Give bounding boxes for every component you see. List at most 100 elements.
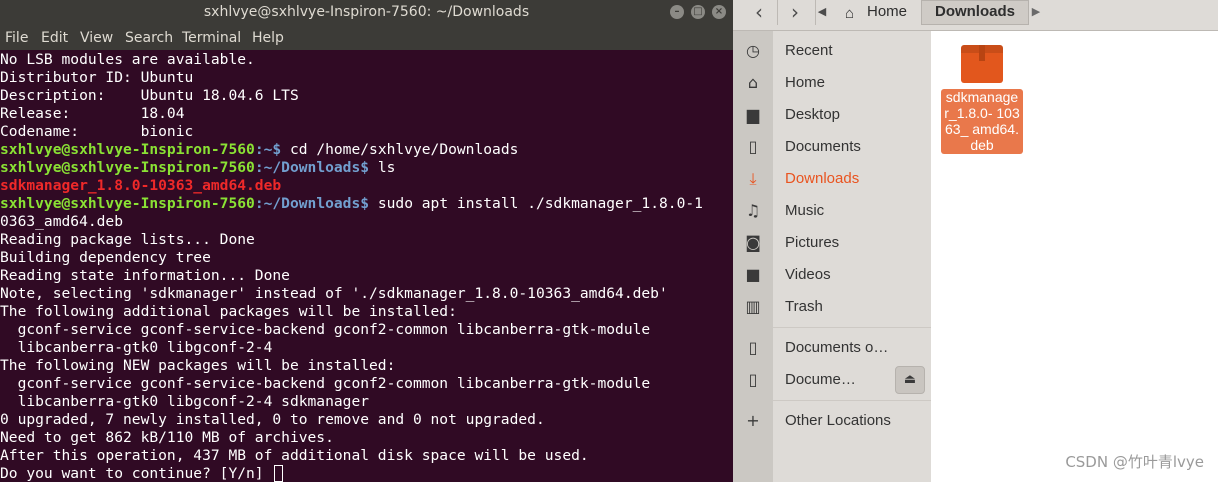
maximize-icon[interactable]: □ (691, 5, 705, 19)
sidebar-item-videos[interactable]: ■ Videos (733, 259, 931, 291)
terminal-output[interactable]: No LSB modules are available. Distributo… (0, 51, 733, 482)
sidebar-item-label: Pictures (785, 234, 840, 251)
file-name-label: sdkmanage r_1.8.0- 10363_ amd64.deb (941, 89, 1023, 154)
sidebar-item-label: Home (785, 74, 826, 91)
breadcrumb-home-label: Home (867, 3, 908, 20)
prompt-user: sxhlvye@sxhlvye-Inspiron-7560 (0, 195, 255, 212)
prompt-path: :~/Downloads$ (254, 159, 370, 176)
terminal-titlebar[interactable]: sxhlvye@sxhlvye-Inspiron-7560: ~/Downloa… (0, 0, 733, 26)
sidebar-item-label: Documents o… (785, 339, 889, 356)
terminal-command-line: sxhlvye@sxhlvye-Inspiron-7560:~/Download… (0, 159, 395, 177)
sidebar-item-desktop[interactable]: ▆ Desktop (733, 99, 931, 131)
trash-icon: ▥ (745, 297, 761, 316)
sidebar-item-label: Videos (785, 266, 831, 283)
home-icon: ⌂ (845, 5, 855, 22)
music-icon: ♫ (745, 201, 761, 220)
terminal-cursor[interactable] (274, 465, 284, 482)
sidebar-item-label: Music (785, 202, 825, 219)
package-icon (961, 45, 1003, 83)
sidebar-item-label: Downloads (785, 170, 860, 187)
terminal-line: Distributor ID: Ubuntu (0, 69, 194, 86)
sidebar-item-device-documents[interactable]: ▯ Documents o… (733, 332, 931, 364)
prompt-path: :~/Downloads$ (254, 195, 370, 212)
drive-icon: ▯ (748, 370, 758, 389)
terminal-line: Building dependency tree (0, 249, 211, 266)
sidebar-item-label: Docume… (785, 371, 856, 388)
file-manager-header: ‹ › ◀ ⌂ Home Downloads ▶ (733, 0, 1218, 31)
terminal-command-line: sxhlvye@sxhlvye-Inspiron-7560:~$ cd /hom… (0, 141, 518, 159)
forward-button[interactable]: › (777, 0, 813, 25)
sidebar-item-music[interactable]: ♫ Music (733, 195, 931, 227)
terminal-line: No LSB modules are available. (0, 51, 255, 68)
prompt-user: sxhlvye@sxhlvye-Inspiron-7560 (0, 141, 255, 158)
command-text: ls (369, 159, 396, 176)
close-icon[interactable]: × (712, 5, 726, 19)
terminal-line: gconf-service gconf-service-backend gcon… (0, 321, 651, 338)
terminal-command-line: sxhlvye@sxhlvye-Inspiron-7560:~/Download… (0, 195, 703, 213)
back-button[interactable]: ‹ (741, 0, 777, 25)
terminal-prompt-line: Do you want to continue? [Y/n] (0, 465, 284, 482)
sidebar-item-trash[interactable]: ▥ Trash (733, 291, 931, 323)
document-icon: ▯ (748, 137, 758, 156)
eject-icon[interactable]: ⏏ (895, 366, 925, 394)
menu-terminal[interactable]: Terminal (182, 30, 241, 46)
menu-file[interactable]: File (5, 30, 28, 46)
menu-view[interactable]: View (80, 30, 113, 46)
command-text: cd /home/sxhlvye/Downloads (281, 141, 519, 158)
menu-edit[interactable]: Edit (41, 30, 68, 46)
drive-icon: ▯ (748, 338, 758, 357)
plus-icon: + (746, 411, 760, 430)
terminal-window[interactable]: sxhlvye@sxhlvye-Inspiron-7560: ~/Downloa… (0, 0, 733, 482)
terminal-title: sxhlvye@sxhlvye-Inspiron-7560: ~/Downloa… (203, 4, 530, 20)
menu-help[interactable]: Help (252, 30, 284, 46)
terminal-line: Reading state information... Done (0, 267, 290, 284)
command-text: sudo apt install ./sdkmanager_1.8.0-1 (369, 195, 703, 212)
terminal-menubar: File Edit View Search Terminal Help (0, 26, 733, 50)
minimize-icon[interactable]: – (670, 5, 684, 19)
terminal-line: Reading package lists... Done (0, 231, 255, 248)
menu-search[interactable]: Search (125, 30, 173, 46)
sidebar-item-label: Other Locations (785, 412, 891, 429)
terminal-line: gconf-service gconf-service-backend gcon… (0, 375, 651, 392)
breadcrumb-home[interactable]: ⌂ Home (829, 0, 917, 25)
sidebar-divider (773, 400, 931, 401)
file-manager-window[interactable]: ‹ › ◀ ⌂ Home Downloads ▶ ◷ Recent ⌂ Home… (733, 0, 1218, 482)
terminal-line: Codename: bionic (0, 123, 194, 140)
prompt-user: sxhlvye@sxhlvye-Inspiron-7560 (0, 159, 255, 176)
breadcrumb-left-arrow-icon[interactable]: ◀ (815, 0, 829, 25)
terminal-line: Release: 18.04 (0, 105, 185, 122)
sidebar-item-label: Desktop (785, 106, 841, 123)
terminal-line: Need to get 862 kB/110 MB of archives. (0, 429, 334, 446)
terminal-line: After this operation, 437 MB of addition… (0, 447, 589, 464)
terminal-line: 0 upgraded, 7 newly installed, 0 to remo… (0, 411, 545, 428)
sidebar-item-documents[interactable]: ▯ Documents (733, 131, 931, 163)
sidebar-item-home[interactable]: ⌂ Home (733, 67, 931, 99)
terminal-line: The following NEW packages will be insta… (0, 357, 396, 374)
sidebar-item-label: Documents (785, 138, 861, 155)
sidebar-divider (773, 327, 931, 328)
watermark-text: CSDN @竹叶青lvye (1065, 453, 1204, 471)
prompt-path: :~$ (254, 141, 282, 158)
file-view[interactable]: sdkmanage r_1.8.0- 10363_ amd64.deb (931, 31, 1218, 482)
ls-output-file: sdkmanager_1.8.0-10363_amd64.deb (0, 177, 282, 194)
sidebar-item-device-documents-2[interactable]: ▯ Docume… ⏏ (733, 364, 931, 396)
terminal-line: libcanberra-gtk0 libgconf-2-4 (0, 339, 273, 356)
terminal-line: The following additional packages will b… (0, 303, 457, 320)
camera-icon: ◙ (745, 233, 761, 252)
sidebar-item-downloads[interactable]: ⤓ Downloads (733, 163, 931, 195)
sidebar-item-label: Recent (785, 42, 833, 59)
terminal-line: libcanberra-gtk0 libgconf-2-4 sdkmanager (0, 393, 370, 410)
breadcrumb-downloads[interactable]: Downloads (921, 0, 1029, 25)
folder-icon: ▆ (746, 105, 760, 124)
sidebar-item-other-locations[interactable]: + Other Locations (733, 405, 931, 437)
continue-prompt: Do you want to continue? [Y/n] (0, 465, 273, 482)
terminal-line: 0363_amd64.deb (0, 213, 124, 230)
breadcrumb-right-arrow-icon[interactable]: ▶ (1029, 0, 1043, 25)
download-icon: ⤓ (749, 169, 757, 188)
sidebar-item-recent[interactable]: ◷ Recent (733, 35, 931, 67)
clock-icon: ◷ (746, 41, 760, 60)
places-sidebar: ◷ Recent ⌂ Home ▆ Desktop ▯ Documents ⤓ … (733, 31, 931, 482)
video-icon: ■ (745, 265, 761, 284)
sidebar-item-pictures[interactable]: ◙ Pictures (733, 227, 931, 259)
home-icon: ⌂ (747, 73, 759, 92)
